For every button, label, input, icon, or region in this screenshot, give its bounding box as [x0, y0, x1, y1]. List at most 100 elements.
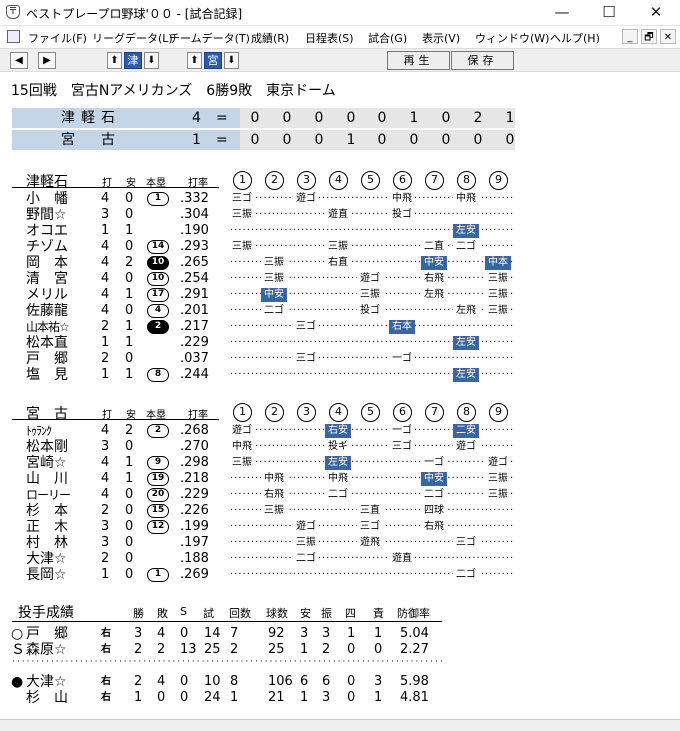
scoreboard-equals: = [216, 132, 228, 148]
player-name: 山 川 [26, 471, 68, 487]
at-bat-result: 遊ゴ [229, 424, 255, 438]
team1-down-button[interactable]: ⬇ [144, 52, 159, 69]
table-row[interactable]: 山本祐☆ 2 1 2 .217 ·····························… [0, 319, 680, 335]
at-bat-result: 遊直 [325, 208, 351, 222]
table-row[interactable]: 松本剛 3 0.270 ·······························… [0, 439, 680, 455]
menu-help[interactable]: ヘルプ(H) [550, 30, 600, 46]
at-bat-result: 三ゴ [293, 320, 319, 334]
table-row[interactable]: ローリー 4 0 20.229 ····························… [0, 487, 680, 503]
pitching-g: 25 [204, 642, 221, 657]
menu-team-data[interactable]: チームデータ(T) [169, 30, 250, 46]
menu-game[interactable]: 試合(G) [368, 30, 407, 46]
inning-number: 9 [489, 403, 508, 422]
table-row[interactable]: メリル4117.291·····························… [0, 287, 680, 303]
inning-number: 7 [425, 171, 444, 190]
home-run-badge: 2 [147, 320, 169, 334]
pitcher-name: 杉 山 [26, 690, 68, 706]
table-row[interactable]: 野間☆ 3 0 .304 ·······························… [0, 207, 680, 223]
maximize-button[interactable]: ☐ [589, 2, 629, 22]
at-bat-result: 三振 [485, 488, 511, 502]
save-button[interactable]: 保存 [451, 51, 514, 70]
table-row[interactable]: 宮崎☆ 4 1 9 .298 ······························… [0, 455, 680, 471]
team2-selector[interactable]: 宮 [204, 52, 222, 69]
hits: 1 [125, 335, 134, 350]
batting-average: .265 [180, 255, 209, 270]
inning-number: 4 [329, 403, 348, 422]
table-row[interactable]: 杉 本2015.226·····························… [0, 503, 680, 519]
table-row[interactable]: 清 宮4010.254·····························… [0, 271, 680, 287]
throwing-hand: 右 [101, 676, 111, 687]
table-row[interactable]: 佐藤龍404.201······························… [0, 303, 680, 319]
section-divider [12, 419, 219, 420]
menu-file[interactable]: ファイル(F) [28, 30, 87, 46]
hits: 0 [125, 239, 134, 254]
table-row[interactable]: 村 林30.197·······························… [0, 535, 680, 551]
table-row[interactable]: 戸 郷 2 0 .037 ·······························… [0, 351, 680, 367]
team2-up-button[interactable]: ⬆ [187, 52, 202, 69]
table-row[interactable]: 松本直 1 1.229 ·······························… [0, 335, 680, 351]
home-run-badge: 2 [147, 424, 169, 438]
mdi-minimize-button[interactable]: _ [622, 29, 638, 44]
at-bat-result: 三振 [485, 272, 511, 286]
at-bat-result: 中飛 [325, 472, 351, 486]
table-row[interactable]: チゾム 4 0 14.293 ·····························… [0, 239, 680, 255]
hits: 0 [125, 535, 134, 550]
pitching-l: 0 [157, 690, 166, 705]
at-bat-result: 中本 [485, 256, 511, 270]
minimize-button[interactable]: — [542, 2, 582, 22]
replay-button[interactable]: 再生 [387, 51, 450, 70]
home-run-badge: 14 [147, 240, 169, 254]
table-row[interactable]: ○ 戸 郷右 3 4 0 14 7 92 3 3 1 1 5.04 [0, 626, 680, 642]
menu-league-data[interactable]: リーグデータ(L) [92, 30, 173, 46]
table-row[interactable]: 正 木3012.199·····························… [0, 519, 680, 535]
player-name: 宮崎☆ [26, 455, 67, 471]
table-row[interactable]: オコエ 1 1.190 ·······························… [0, 223, 680, 239]
table-row[interactable]: Ｓ 森原☆ 右 2 2 13 25 2 25 1 2 0 0 2.27 [0, 642, 680, 658]
document-icon[interactable] [7, 30, 20, 43]
at-bats: 2 [101, 319, 110, 334]
table-row[interactable]: 岡 本 4 2 10.265 ·····························… [0, 255, 680, 271]
at-bats: 1 [101, 223, 110, 238]
menu-schedule[interactable]: 日程表(S) [305, 30, 354, 46]
scoreboard-row: 宮 古 1 = 0 0 0 1 0 0 0 0 0 [12, 130, 515, 150]
table-row[interactable]: ● 大津☆ 右 2 4 0 10 8 106 6 6 0 3 5.98 [0, 674, 680, 690]
inning-number: 1 [233, 171, 252, 190]
batting-average: .037 [180, 351, 209, 366]
next-game-button[interactable]: ▶ [38, 52, 56, 69]
scoreboard-total: 1 [192, 132, 201, 148]
pitching-np: 25 [268, 642, 285, 657]
pitcher-mark: Ｓ [11, 642, 25, 658]
menu-window[interactable]: ウィンドウ(W) [475, 30, 549, 46]
menu-records[interactable]: 成績(R) [251, 30, 289, 46]
batting-average: .269 [180, 567, 209, 582]
team1-selector[interactable]: 津 [124, 52, 142, 69]
menu-view[interactable]: 表示(V) [422, 30, 460, 46]
at-bat-result: 二ゴ [453, 568, 479, 582]
pitching-np: 92 [268, 626, 285, 641]
table-row[interactable]: ﾄｩﾗﾝｸ 4 2 2.268 ····························… [0, 423, 680, 439]
hits: 0 [125, 207, 134, 222]
close-button[interactable]: ✕ [636, 2, 676, 22]
team2-down-button[interactable]: ⬇ [224, 52, 239, 69]
status-bar [0, 719, 680, 731]
header-walks: 四 [345, 607, 356, 620]
table-row[interactable]: 小 幡 4 0 1.332 ······························… [0, 191, 680, 207]
hits: 0 [125, 303, 134, 318]
table-row[interactable]: 山 川 4 1 19.218 ·····························… [0, 471, 680, 487]
pitching-bb: 0 [347, 642, 356, 657]
at-bat-result: 中安 [421, 256, 447, 270]
table-row[interactable]: 杉 山右 1 0 0 24 1 21 1 3 0 1 4.81 [0, 690, 680, 706]
mdi-close-button[interactable]: ✕ [660, 29, 676, 44]
table-row[interactable]: 長岡☆ 1 0 1.269 ······························… [0, 567, 680, 583]
at-bat-result: 左安 [453, 368, 479, 382]
prev-game-button[interactable]: ◀ [10, 52, 28, 69]
pitching-h: 6 [300, 674, 309, 689]
inning-score: 0 [377, 132, 387, 148]
hits: 1 [125, 471, 134, 486]
pitching-bb: 0 [347, 690, 356, 705]
table-row[interactable]: 塩 見 1 1 8.244 ······························… [0, 367, 680, 383]
team1-up-button[interactable]: ⬆ [107, 52, 122, 69]
table-row[interactable]: 大津☆ 2 0 .188 ·······························… [0, 551, 680, 567]
mdi-restore-button[interactable]: 🗗 [641, 29, 657, 44]
at-bat-result: 左安 [453, 224, 479, 238]
